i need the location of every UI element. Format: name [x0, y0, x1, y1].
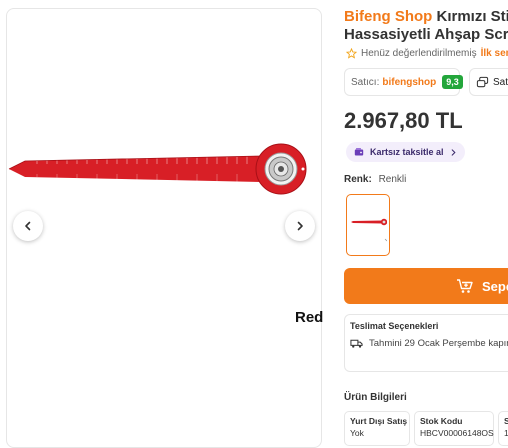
- overflow-image-text: Red: [295, 309, 324, 326]
- seller-score-badge: 9,3: [442, 75, 463, 89]
- wallet-icon: [354, 148, 364, 156]
- seller-chat-label: Satı: [493, 76, 508, 88]
- seller-box[interactable]: Satıcı: bifengshop 9,3: [344, 68, 463, 96]
- truck-icon: [350, 339, 363, 348]
- seller-label: Satıcı:: [351, 76, 380, 88]
- spec-value: Yok: [350, 428, 364, 438]
- chat-bubble-icon: [476, 76, 489, 87]
- brand-link[interactable]: Bifeng Shop: [344, 8, 432, 25]
- spec-card-stock-code: Stok Kodu HBCV00006148OS: [414, 411, 494, 446]
- product-image-gallery: [6, 8, 322, 448]
- variant-thumbnail-image: [351, 218, 387, 242]
- add-to-cart-button[interactable]: Sepet: [344, 268, 508, 304]
- product-details: Bifeng Shop Kırmızı Stil A Hassasiyetli …: [344, 0, 508, 446]
- seller-chat-button[interactable]: Satı: [469, 68, 508, 96]
- gallery-next-button[interactable]: [285, 211, 315, 241]
- color-selection-label: Renk: Renkli: [344, 174, 406, 185]
- chevron-left-icon: [25, 221, 31, 231]
- spec-card-abroad-sale: Yurt Dışı Satış Yok: [344, 411, 410, 446]
- product-price: 2.967,80 TL: [344, 108, 463, 133]
- add-to-cart-label: Sepet: [482, 278, 508, 294]
- delivery-estimate-text: Tahmini 29 Ocak Perşembe kapında: [369, 338, 508, 349]
- spec-key: St: [504, 416, 508, 426]
- installment-label: Kartsız taksitle al: [370, 147, 444, 157]
- title-line1: Kırmızı Stil A: [436, 8, 508, 25]
- delivery-heading: Teslimat Seçenekleri: [350, 321, 439, 331]
- gallery-prev-button[interactable]: [13, 211, 43, 241]
- first-review-link[interactable]: İlk sen de: [481, 48, 508, 59]
- spec-value: 10: [504, 428, 508, 438]
- spec-card-partial: St 10: [498, 411, 508, 446]
- installment-button[interactable]: Kartsız taksitle al: [346, 142, 465, 162]
- cart-add-icon: [457, 279, 473, 293]
- seller-name-link[interactable]: bifengshop: [382, 77, 436, 88]
- color-value: Renkli: [378, 174, 407, 185]
- delivery-options-box: Teslimat Seçenekleri Tahmini 29 Ocak Per…: [344, 314, 508, 372]
- rating-row: Henüz değerlendirilmemiş İlk sen de: [346, 48, 508, 59]
- product-image: [8, 143, 307, 195]
- spec-value: HBCV00006148OS: [420, 428, 494, 438]
- delivery-estimate-row: Tahmini 29 Ocak Perşembe kapında: [350, 338, 508, 349]
- rating-text: Henüz değerlendirilmemiş: [361, 48, 477, 59]
- chevron-right-icon: [451, 148, 456, 156]
- product-info-heading: Ürün Bilgileri: [344, 392, 407, 403]
- spec-key: Yurt Dışı Satış: [350, 416, 408, 426]
- chevron-right-icon: [297, 221, 303, 231]
- spec-key: Stok Kodu: [420, 416, 463, 426]
- color-key: Renk:: [344, 174, 372, 185]
- title-line2: Hassasiyetli Ahşap Scribe: [344, 26, 508, 43]
- color-variant-thumbnail[interactable]: [346, 194, 390, 256]
- product-title: Bifeng Shop Kırmızı Stil A Hassasiyetli …: [344, 8, 508, 44]
- star-icon: [346, 48, 357, 59]
